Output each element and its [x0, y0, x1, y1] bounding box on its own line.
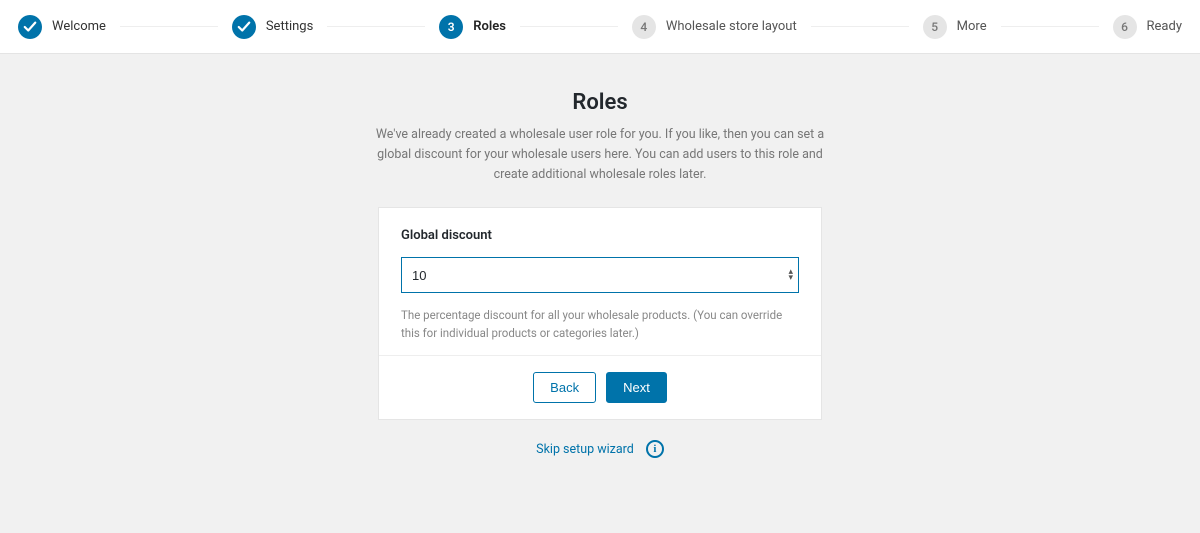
step-ready[interactable]: 6 Ready	[1113, 15, 1182, 39]
card-footer: Back Next	[379, 355, 821, 420]
step-number-icon: 3	[439, 15, 463, 39]
page-description: We've already created a wholesale user r…	[360, 125, 840, 185]
step-number-icon: 5	[923, 15, 947, 39]
step-wholesale-layout[interactable]: 4 Wholesale store layout	[632, 15, 797, 39]
global-discount-help-text: The percentage discount for all your who…	[401, 307, 799, 343]
page-title: Roles	[572, 90, 627, 115]
step-divider	[327, 26, 425, 27]
step-roles[interactable]: 3 Roles	[439, 15, 506, 39]
skip-row: Skip setup wizard i	[536, 440, 664, 458]
step-divider	[520, 26, 618, 27]
main-content: Roles We've already created a wholesale …	[0, 54, 1200, 458]
step-divider	[1001, 26, 1099, 27]
step-more[interactable]: 5 More	[923, 15, 987, 39]
back-button[interactable]: Back	[533, 372, 596, 404]
step-label: Wholesale store layout	[666, 19, 797, 34]
global-discount-input[interactable]	[401, 257, 799, 293]
step-label: Welcome	[52, 19, 106, 34]
settings-card: Global discount ▴ ▾ The percentage disco…	[378, 207, 822, 420]
step-label: Ready	[1147, 19, 1182, 34]
check-icon	[18, 15, 42, 39]
info-icon[interactable]: i	[646, 440, 664, 458]
step-divider	[811, 26, 909, 27]
step-label: More	[957, 19, 987, 34]
step-number-icon: 4	[632, 15, 656, 39]
wizard-stepper: Welcome Settings 3 Roles 4 Wholesale sto…	[0, 0, 1200, 54]
step-label: Roles	[473, 19, 506, 34]
number-spinner[interactable]: ▴ ▾	[788, 269, 793, 281]
next-button[interactable]: Next	[606, 372, 667, 404]
global-discount-field-wrap: ▴ ▾	[401, 257, 799, 293]
step-number-icon: 6	[1113, 15, 1137, 39]
step-welcome[interactable]: Welcome	[18, 15, 106, 39]
card-body: Global discount ▴ ▾ The percentage disco…	[379, 208, 821, 355]
chevron-down-icon[interactable]: ▾	[788, 275, 793, 281]
check-icon	[232, 15, 256, 39]
global-discount-label: Global discount	[401, 228, 799, 243]
skip-setup-link[interactable]: Skip setup wizard	[536, 442, 634, 457]
step-divider	[120, 26, 218, 27]
step-label: Settings	[266, 19, 313, 34]
step-settings[interactable]: Settings	[232, 15, 313, 39]
